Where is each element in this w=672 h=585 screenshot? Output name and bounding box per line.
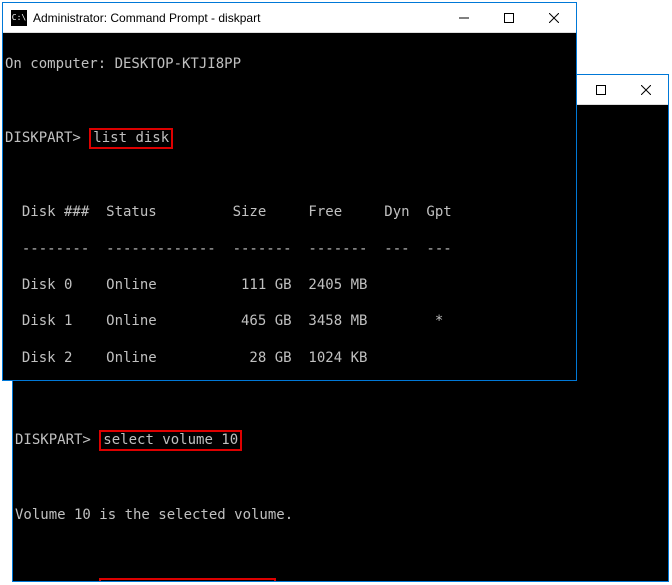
disk-header: Disk ### Status Size Free Dyn Gpt <box>5 203 574 221</box>
disk-separator: -------- ------------- ------- ------- -… <box>5 240 574 258</box>
computer-line: On computer: DESKTOP-KTJI8PP <box>5 55 574 73</box>
window-title: Administrator: Command Prompt - diskpart <box>33 11 441 25</box>
prompt: DISKPART> <box>15 432 91 448</box>
cmd-window-front: C:\ Administrator: Command Prompt - disk… <box>2 2 577 381</box>
volume-selected-msg: Volume 10 is the selected volume. <box>15 506 666 524</box>
cmd-list-disk: list disk <box>89 128 173 149</box>
maximize-button[interactable] <box>486 3 531 32</box>
minimize-button[interactable] <box>441 3 486 32</box>
disk-row-1: Disk 1 Online 465 GB 3458 MB * <box>5 312 574 330</box>
prompt: DISKPART> <box>5 130 81 146</box>
disk-row-0: Disk 0 Online 111 GB 2405 MB <box>5 276 574 294</box>
prompt: DISKPART> <box>15 580 91 581</box>
cmd-select-volume: select volume 10 <box>99 430 242 451</box>
close-button[interactable] <box>531 3 576 32</box>
close-button[interactable] <box>623 75 668 104</box>
disk-row-2: Disk 2 Online 28 GB 1024 KB <box>5 349 574 367</box>
cmd-icon: C:\ <box>11 10 27 26</box>
cmd-format: format fs=ntfs quick <box>99 578 276 581</box>
terminal-output-front[interactable]: On computer: DESKTOP-KTJI8PP DISKPART> l… <box>3 33 576 380</box>
titlebar[interactable]: C:\ Administrator: Command Prompt - disk… <box>3 3 576 33</box>
window-controls <box>441 3 576 32</box>
maximize-button[interactable] <box>578 75 623 104</box>
